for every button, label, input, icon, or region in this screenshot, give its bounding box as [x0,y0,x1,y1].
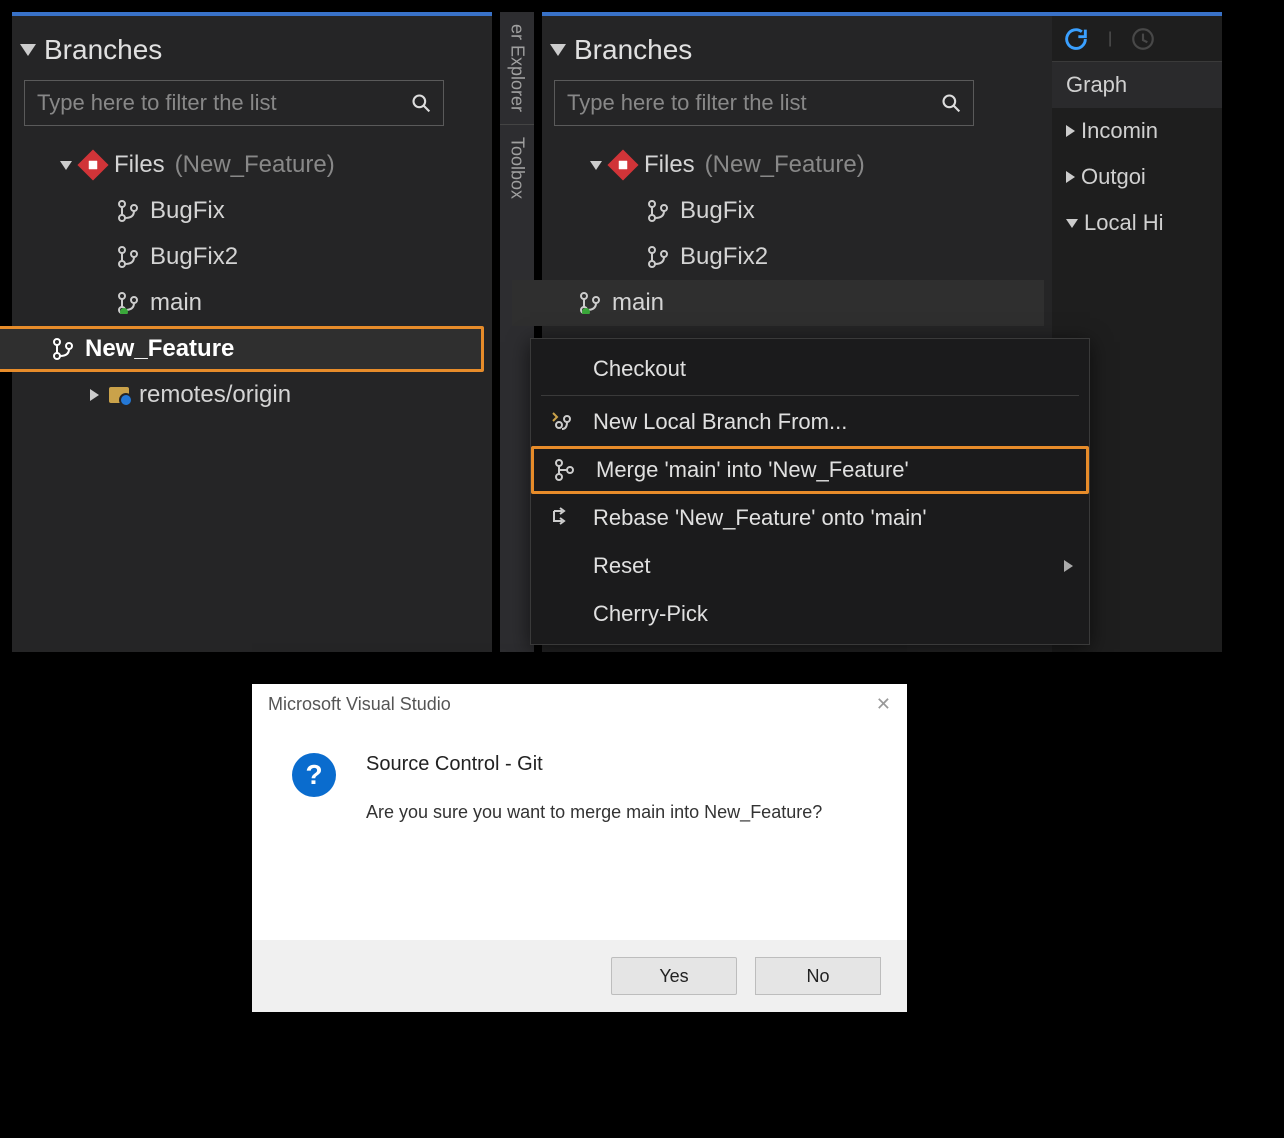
new-branch-icon [547,411,575,433]
dialog-message: Are you sure you want to merge main into… [366,802,822,823]
close-icon[interactable]: ✕ [876,694,891,715]
branch-icon [53,338,75,360]
dialog-title: Microsoft Visual Studio [268,694,451,715]
branch-label: BugFix2 [150,243,238,271]
branch-main[interactable]: main [50,280,476,326]
branch-label: main [612,289,664,317]
incoming-section[interactable]: Incomin [1052,108,1222,154]
section-title: Branches [574,34,692,66]
yes-button[interactable]: Yes [611,957,737,995]
ctx-checkout[interactable]: Checkout [531,345,1089,393]
branch-bugfix[interactable]: BugFix [580,188,1036,234]
graph-header[interactable]: Graph [1052,62,1222,108]
branch-main-hover[interactable]: main [512,280,1044,326]
branches-panel-left: Branches Files (New_Feature) BugFix [12,12,492,652]
branch-new-feature[interactable]: New_Feature [0,326,484,372]
repo-branch-context: (New_Feature) [175,151,335,179]
ctx-rebase[interactable]: Rebase 'New_Feature' onto 'main' [531,494,1089,542]
ctx-label: Rebase 'New_Feature' onto 'main' [593,505,927,531]
outgoing-section[interactable]: Outgoi [1052,154,1222,200]
branch-icon [648,246,670,268]
ctx-label: New Local Branch From... [593,409,847,435]
submenu-icon [1064,560,1073,572]
git-repo-icon [607,149,638,180]
branch-label: New_Feature [85,335,234,363]
ctx-cherry-pick[interactable]: Cherry-Pick [531,590,1089,638]
ctx-label: Cherry-Pick [593,601,708,627]
ctx-merge[interactable]: Merge 'main' into 'New_Feature' [531,446,1089,494]
ctx-reset[interactable]: Reset [531,542,1089,590]
branch-icon [648,200,670,222]
branch-context-menu: Checkout New Local Branch From... Merge … [530,338,1090,645]
fetch-icon[interactable] [1130,26,1156,52]
branch-label: BugFix [150,197,225,225]
expand-icon [90,389,99,401]
branch-label: BugFix [680,197,755,225]
section-title: Branches [44,34,162,66]
branch-icon [118,246,140,268]
branch-label: main [150,289,202,317]
repo-branch-context: (New_Feature) [705,151,865,179]
branch-icon [118,292,140,314]
branch-icon [580,292,602,314]
branch-icon [118,200,140,222]
filter-input[interactable] [555,90,929,116]
git-repo-icon [77,149,108,180]
confirm-dialog: Microsoft Visual Studio ✕ ? Source Contr… [252,684,907,1012]
ctx-new-branch[interactable]: New Local Branch From... [531,398,1089,446]
local-history-section[interactable]: Local Hi [1052,200,1222,246]
tab-toolbox[interactable]: Toolbox [507,129,528,207]
ctx-label: Merge 'main' into 'New_Feature' [596,457,909,483]
branch-label: BugFix2 [680,243,768,271]
remotes-node[interactable]: remotes/origin [50,372,476,418]
search-icon[interactable] [399,93,443,113]
side-tabs: er Explorer Toolbox [500,12,534,652]
ctx-label: Checkout [593,356,686,382]
merge-icon [550,459,578,481]
filter-input[interactable] [25,90,399,116]
repo-node[interactable]: Files (New_Feature) [580,142,1036,188]
repo-label: Files [644,151,695,179]
dialog-heading: Source Control - Git [366,753,822,776]
incoming-label: Incomin [1081,118,1158,144]
filter-box[interactable] [554,80,974,126]
repo-label: Files [114,151,165,179]
ctx-label: Reset [593,553,650,579]
collapse-icon [20,44,36,56]
local-history-label: Local Hi [1084,210,1163,236]
branch-bugfix2[interactable]: BugFix2 [580,234,1036,280]
expand-icon [60,161,72,170]
separator [541,395,1079,396]
repo-node[interactable]: Files (New_Feature) [50,142,476,188]
collapse-icon [550,44,566,56]
expand-icon [590,161,602,170]
no-button[interactable]: No [755,957,881,995]
question-icon: ? [292,753,336,797]
search-icon[interactable] [929,93,973,113]
branch-bugfix[interactable]: BugFix [50,188,476,234]
branch-bugfix2[interactable]: BugFix2 [50,234,476,280]
filter-box[interactable] [24,80,444,126]
rebase-icon [547,507,575,529]
branches-header[interactable]: Branches [20,24,476,76]
refresh-icon[interactable] [1062,25,1090,53]
expand-icon [1066,171,1075,183]
outgoing-label: Outgoi [1081,164,1146,190]
branches-header[interactable]: Branches [550,24,1036,76]
folder-remote-icon [109,387,129,403]
remotes-label: remotes/origin [139,381,291,409]
tab-server-explorer[interactable]: er Explorer [507,16,528,120]
expand-icon [1066,125,1075,137]
collapse-icon [1066,219,1078,228]
